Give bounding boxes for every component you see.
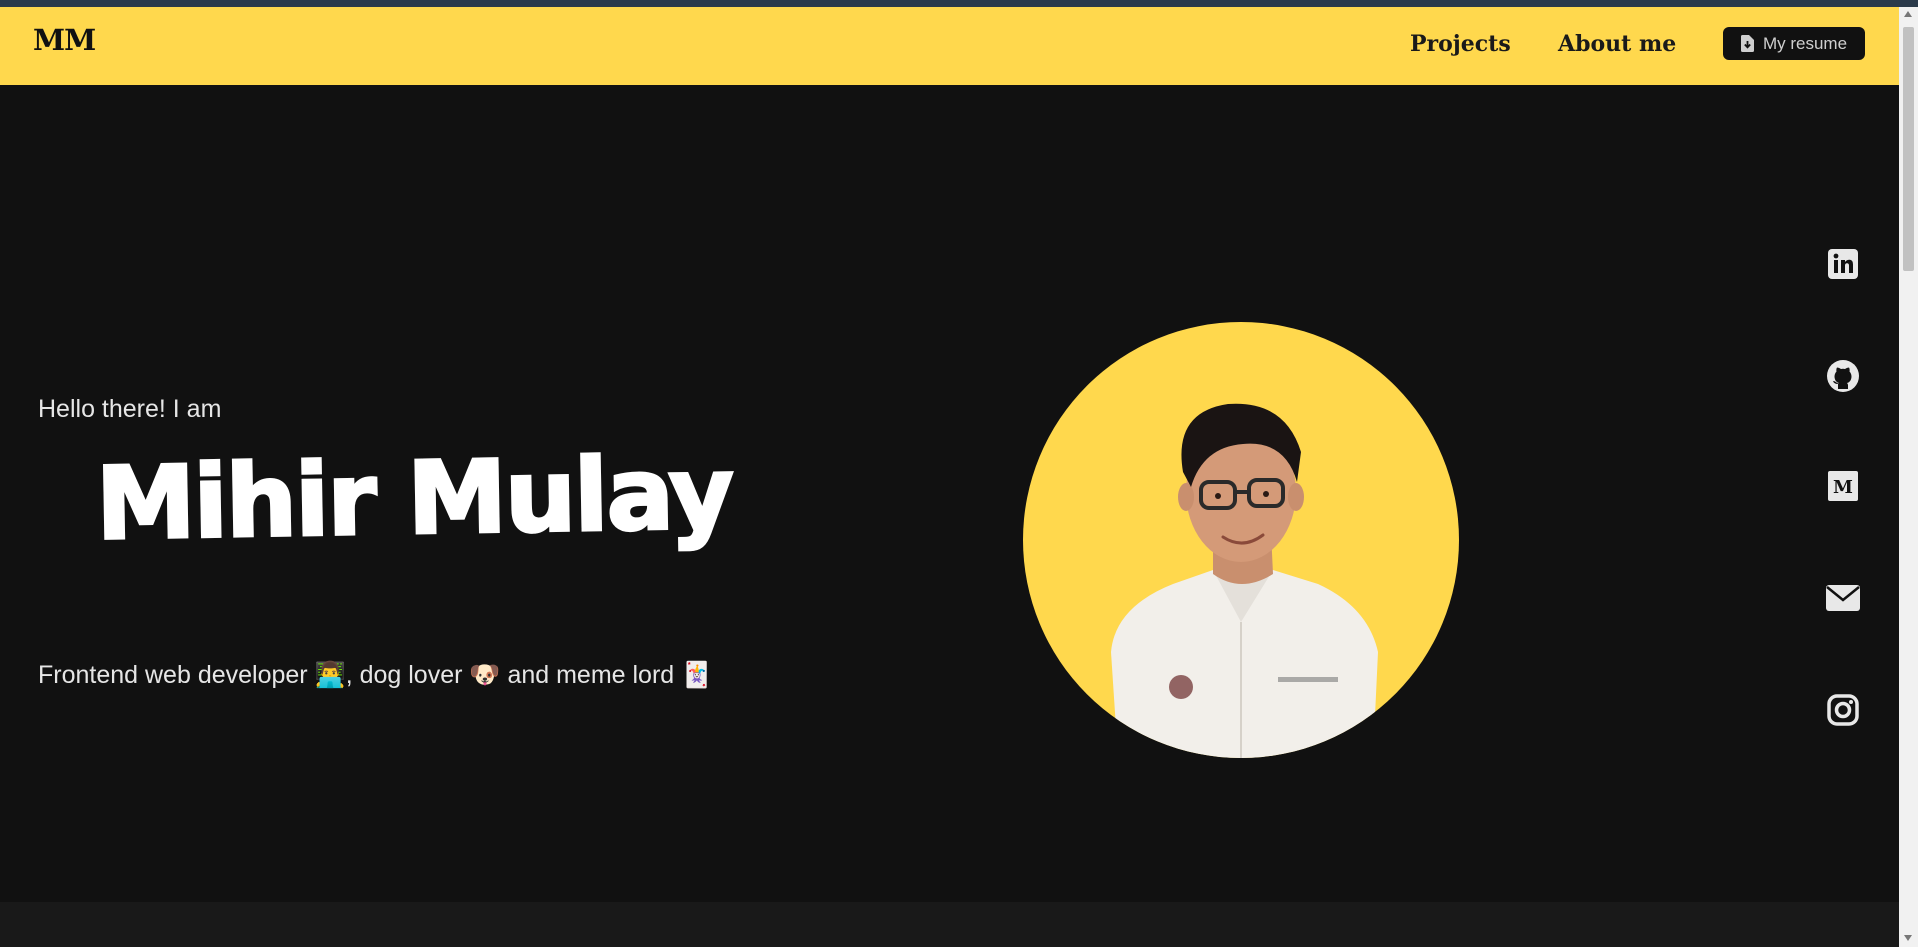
navbar: MM Projects About me My resume [0,7,1899,85]
hero-name: Mihir Mulay [94,433,735,564]
resume-label: My resume [1762,33,1848,53]
scrollbar[interactable] [1899,7,1918,947]
browser-top-strip [0,0,1918,7]
profile-photo [1023,322,1459,758]
instagram-icon[interactable] [1823,690,1863,730]
next-section-edge [0,902,1899,947]
scroll-up-arrow[interactable] [1904,11,1912,17]
avatar-illustration [1111,403,1378,758]
svg-text:M: M [1833,477,1853,498]
file-download-icon [1740,35,1754,52]
linkedin-icon[interactable] [1823,244,1863,284]
hero-greeting: Hello there! I am [38,395,222,423]
scroll-thumb[interactable] [1903,27,1914,271]
scroll-down-arrow[interactable] [1904,935,1912,941]
nav-link-about[interactable]: About me [1558,31,1676,57]
github-icon[interactable] [1823,356,1863,396]
mail-icon[interactable] [1823,578,1863,618]
hero-tagline: Frontend web developer 👨‍💻, dog lover 🐶 … [38,661,713,689]
resume-button[interactable]: My resume [1723,27,1865,60]
medium-icon[interactable]: M [1823,466,1863,506]
nav-link-projects[interactable]: Projects [1410,31,1511,57]
site-logo[interactable]: MM [33,23,96,57]
